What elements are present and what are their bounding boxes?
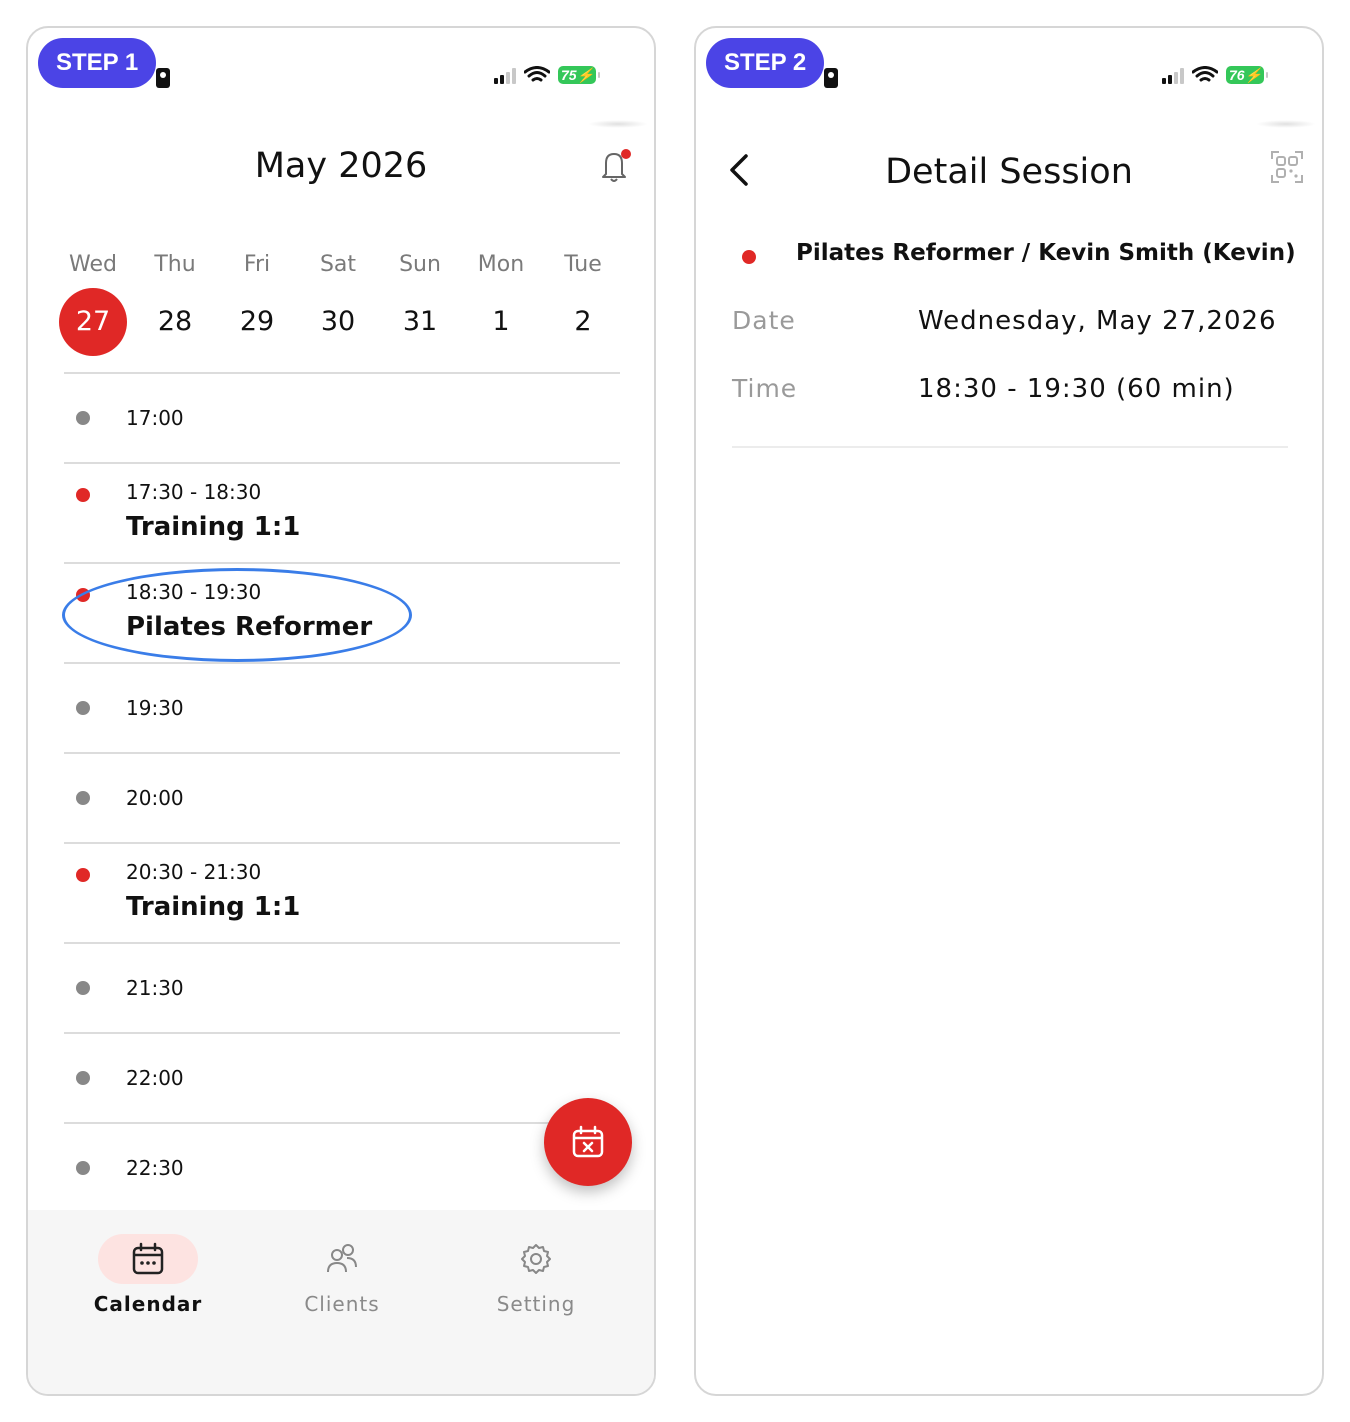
time-slot[interactable]: 17:00 [64, 372, 620, 462]
slot-title: Pilates Reformer [126, 612, 373, 642]
time-slot[interactable]: 21:30 [64, 942, 620, 1032]
day-name: Thu [154, 252, 196, 277]
bell-icon[interactable] [598, 148, 632, 184]
nav-clients[interactable]: Clients [252, 1234, 432, 1316]
detail-session-screen: 76⚡ Detail Session Pilates Reformer / Ke… [694, 26, 1324, 1396]
wifi-icon [1192, 66, 1218, 82]
battery-level: 76 [1229, 67, 1245, 83]
day-name: Sat [319, 252, 357, 277]
date-value: Wednesday, May 27,2026 [918, 306, 1277, 336]
time-label: Time [732, 374, 798, 403]
date-label: Date [732, 306, 796, 335]
slot-time: 20:30 - 21:30 [126, 860, 262, 884]
empty-slot-dot [76, 411, 90, 425]
booked-slot-dot [76, 868, 90, 882]
page-title: Detail Session [885, 152, 1133, 192]
cancel-session-button[interactable] [544, 1098, 632, 1186]
wifi-icon [524, 66, 550, 82]
nav-setting[interactable]: Setting [446, 1234, 626, 1316]
nav-calendar[interactable]: Calendar [58, 1234, 238, 1316]
battery-indicator: 75⚡ [558, 66, 600, 84]
session-slot[interactable]: 20:30 - 21:30 Training 1:1 [64, 842, 620, 942]
slot-title: Training 1:1 [126, 512, 301, 542]
nav-label: Setting [496, 1292, 576, 1316]
calendar-icon [132, 1242, 164, 1275]
calendar-x-icon [572, 1125, 604, 1158]
month-title[interactable]: May 2026 [28, 146, 654, 186]
day-number[interactable]: 2 [549, 288, 617, 356]
users-icon [327, 1244, 357, 1273]
time-value: 18:30 - 19:30 (60 min) [918, 374, 1235, 404]
status-bar-right: 76⚡ [1162, 66, 1268, 84]
slot-time: 20:00 [126, 786, 184, 810]
cellular-signal-icon [494, 66, 516, 84]
empty-slot-dot [76, 701, 90, 715]
session-timeline: 17:00 17:30 - 18:30 Training 1:1 18:30 -… [64, 372, 620, 1212]
slot-time: 17:00 [126, 406, 184, 430]
slot-time: 21:30 [126, 976, 184, 1000]
slot-title: Training 1:1 [126, 892, 301, 922]
empty-slot-dot [76, 791, 90, 805]
day-name: Mon [477, 252, 525, 277]
slot-time: 18:30 - 19:30 [126, 580, 262, 604]
session-status-dot [742, 250, 756, 264]
qr-scan-icon[interactable] [1270, 150, 1304, 184]
slot-time: 22:00 [126, 1066, 184, 1090]
status-bar-right: 75⚡ [494, 66, 600, 84]
slot-time: 17:30 - 18:30 [126, 480, 262, 504]
day-number-selected[interactable]: 27 [59, 288, 127, 356]
contact-card-icon [824, 68, 838, 88]
nav-label: Calendar [93, 1292, 203, 1316]
booked-slot-dot [76, 488, 90, 502]
slot-time: 22:30 [126, 1156, 184, 1180]
booked-slot-dot [76, 588, 90, 602]
contact-card-icon [156, 68, 170, 88]
empty-slot-dot [76, 1071, 90, 1085]
day-name: Tue [564, 252, 602, 277]
day-name: Wed [69, 252, 117, 277]
time-slot[interactable]: 19:30 [64, 662, 620, 752]
cellular-signal-icon [1162, 66, 1184, 84]
slot-time: 19:30 [126, 696, 184, 720]
nav-label: Clients [304, 1292, 380, 1316]
time-slot[interactable]: 20:00 [64, 752, 620, 842]
step-1-badge: STEP 1 [38, 38, 157, 88]
divider [732, 446, 1288, 448]
calendar-screen: 75⚡ May 2026 Wed 27 Thu 28 Fri 29 Sat 30… [26, 26, 656, 1396]
gear-icon [521, 1244, 551, 1274]
time-slot[interactable]: 22:30 [64, 1122, 620, 1212]
notification-dot [621, 149, 631, 159]
empty-slot-dot [76, 981, 90, 995]
bottom-navigation: Calendar Clients Setting [28, 1210, 654, 1394]
battery-indicator: 76⚡ [1226, 66, 1268, 84]
day-name: Fri [243, 252, 271, 277]
time-slot[interactable]: 22:00 [64, 1032, 620, 1122]
battery-level: 75 [561, 67, 577, 83]
day-number[interactable]: 30 [304, 288, 372, 356]
day-number[interactable]: 31 [386, 288, 454, 356]
step-2-badge: STEP 2 [706, 38, 825, 88]
empty-slot-dot [76, 1161, 90, 1175]
session-name: Pilates Reformer / Kevin Smith (Kevin) [796, 240, 1296, 266]
day-number[interactable]: 29 [223, 288, 291, 356]
session-slot[interactable]: 17:30 - 18:30 Training 1:1 [64, 462, 620, 562]
day-name: Sun [399, 252, 441, 277]
nav-active-pill [98, 1234, 198, 1284]
day-number[interactable]: 1 [467, 288, 535, 356]
day-number[interactable]: 28 [141, 288, 209, 356]
session-slot-pilates[interactable]: 18:30 - 19:30 Pilates Reformer [64, 562, 620, 662]
